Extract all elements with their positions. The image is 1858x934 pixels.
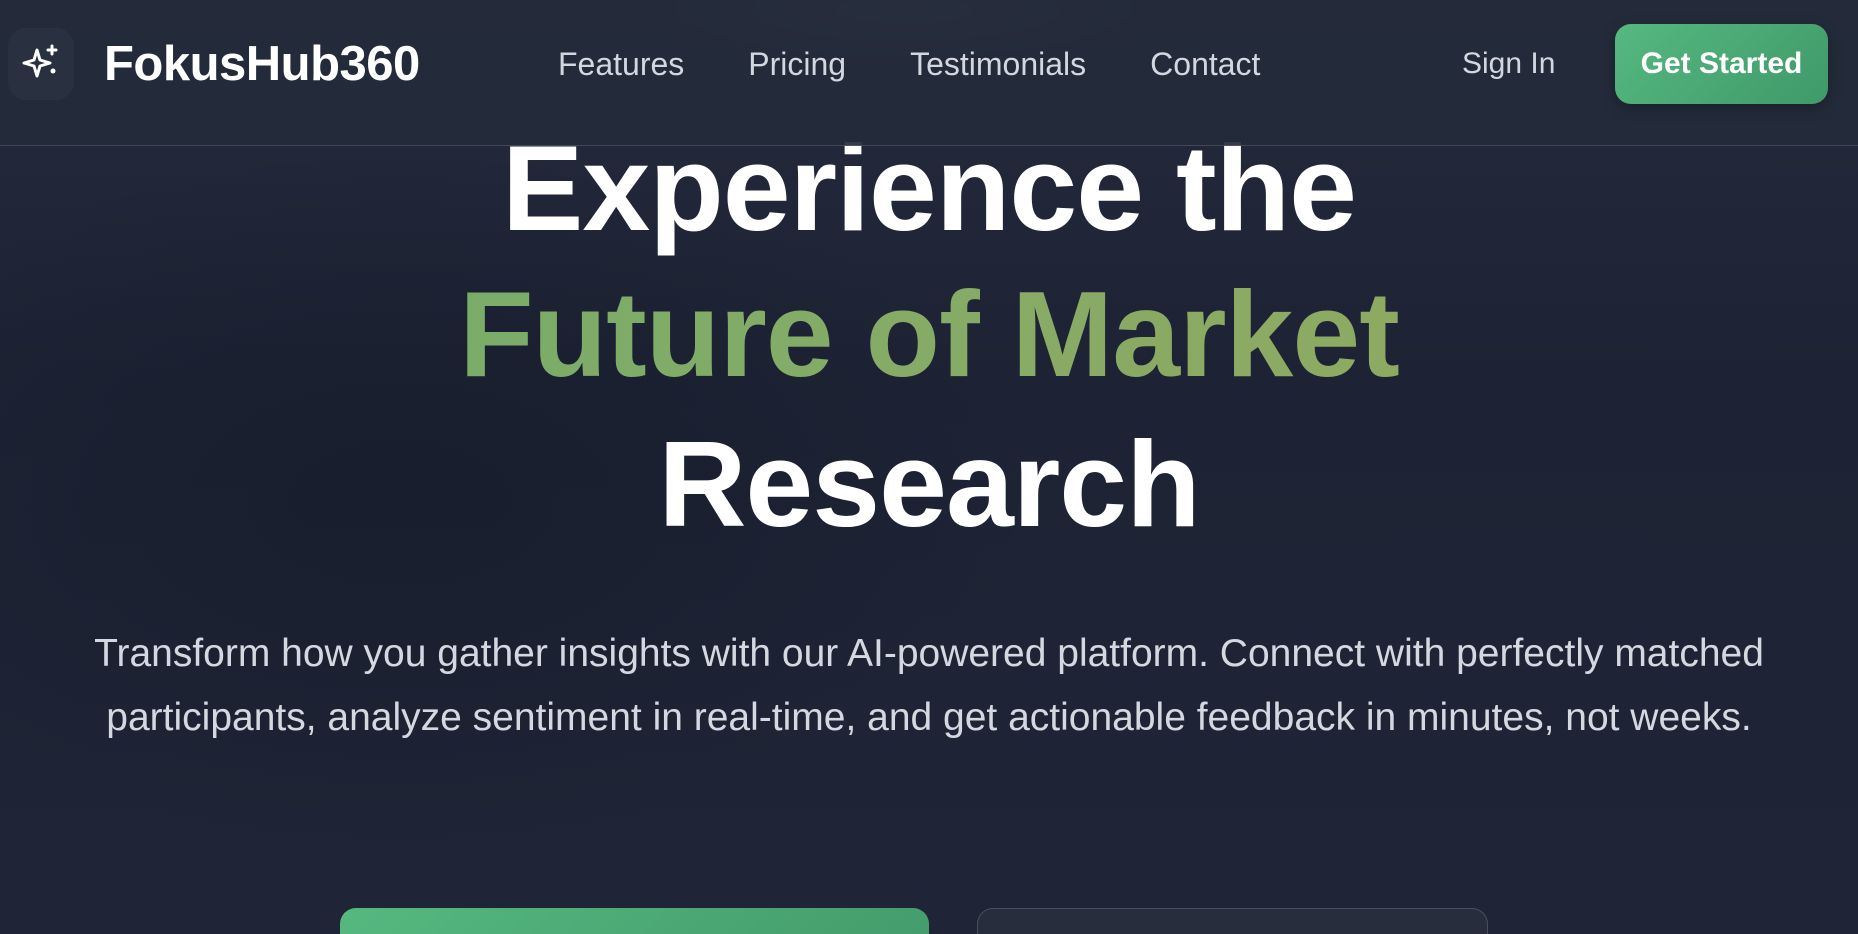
hero-title-line-2: Future of Market — [0, 264, 1858, 404]
sparkles-icon — [22, 44, 58, 78]
hero-subtitle: Transform how you gather insights with o… — [94, 632, 1764, 739]
hero-secondary-cta-button[interactable] — [977, 908, 1488, 934]
top-navbar: FokusHub360 Features Pricing Testimonial… — [0, 0, 1858, 146]
nav-link-contact[interactable]: Contact — [1150, 44, 1260, 84]
hero-title-line-3: Research — [658, 416, 1200, 552]
logo-badge[interactable] — [8, 28, 74, 100]
nav-link-features[interactable]: Features — [558, 44, 684, 84]
brand-name[interactable]: FokusHub360 — [104, 34, 420, 94]
main-nav: Features Pricing Testimonials Contact — [558, 44, 1260, 84]
get-started-button[interactable]: Get Started — [1615, 24, 1828, 104]
nav-link-testimonials[interactable]: Testimonials — [910, 44, 1086, 84]
nav-link-pricing[interactable]: Pricing — [748, 44, 846, 84]
hero-primary-cta-button[interactable] — [340, 908, 929, 934]
sign-in-link[interactable]: Sign In — [1462, 44, 1555, 84]
